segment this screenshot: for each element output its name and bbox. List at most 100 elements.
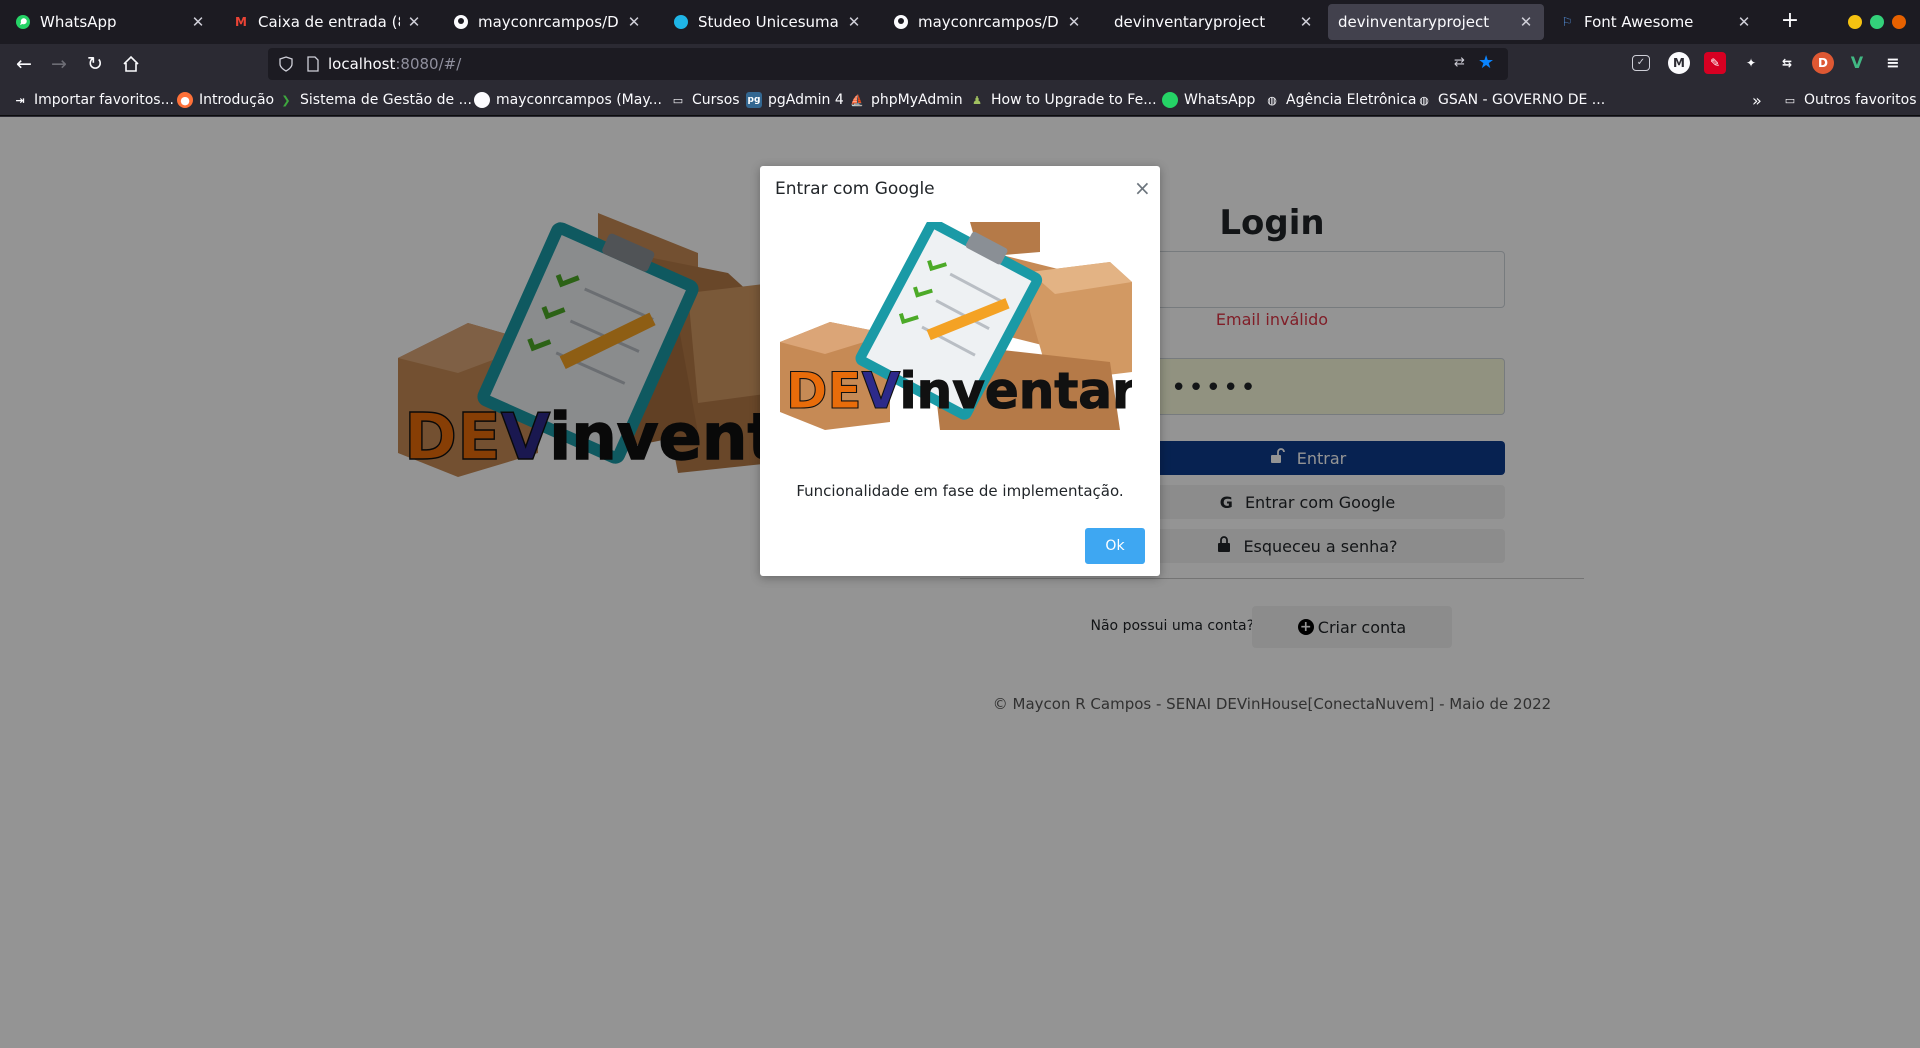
close-tab-icon[interactable]: ✕ (190, 13, 206, 31)
tab-font-awesome[interactable]: ⚐ Font Awesome ✕ (1548, 4, 1762, 40)
tab-title: Font Awesome (1584, 13, 1694, 31)
new-tab-button[interactable]: + (1776, 8, 1804, 36)
bookmark-label: mayconrcampos (May... (496, 92, 662, 108)
tab-github-1[interactable]: mayconrcampos/DEVInv ✕ (442, 4, 652, 40)
extension-m-icon[interactable]: M (1668, 52, 1690, 74)
logo-text-v: V (862, 362, 901, 420)
fedora-icon: ♟ (972, 93, 982, 107)
vue-devtools-icon[interactable]: V (1846, 52, 1868, 74)
folder-icon: ▭ (672, 93, 684, 107)
modal-message: Funcionalidade em fase de implementação. (796, 482, 1124, 500)
close-icon[interactable]: × (1134, 176, 1151, 200)
bookmark-other[interactable]: ▭ Outros favoritos (1782, 90, 1917, 110)
reload-icon[interactable]: ↻ (81, 50, 109, 78)
close-tab-icon[interactable]: ✕ (406, 13, 422, 31)
bookmark-label: Outros favoritos (1804, 92, 1917, 108)
google-login-modal: Entrar com Google × DEVinventary Funcion… (760, 166, 1160, 576)
home-icon[interactable] (117, 50, 145, 78)
close-window-button[interactable] (1892, 15, 1906, 29)
url-host: localhost (328, 55, 396, 73)
bookmarks-bar: ⇥ Importar favoritos... ● Introdução ❯ Sist… (0, 84, 1920, 116)
page-icon (306, 56, 320, 72)
shield-icon[interactable] (278, 56, 294, 72)
studeo-icon (672, 13, 690, 31)
github-icon (474, 92, 490, 108)
back-arrow-icon[interactable]: ← (10, 50, 38, 78)
devinventary-logo: DEVinventary (780, 222, 1132, 430)
bookmark-agencia[interactable]: ◍ Agência Eletrônica (1264, 90, 1416, 110)
url-bar[interactable]: localhost:8080/#/ ⇄ ★ (268, 48, 1508, 80)
bookmark-label: Agência Eletrônica (1286, 92, 1417, 108)
bookmark-label: GSAN - GOVERNO DE ... (1438, 92, 1606, 108)
gmail-icon: M (235, 15, 247, 29)
phpmyadmin-icon: ⛵ (850, 93, 864, 107)
minimize-button[interactable] (1848, 15, 1862, 29)
close-tab-icon[interactable]: ✕ (1066, 13, 1082, 31)
bookmark-cursos[interactable]: ▭ Cursos (670, 90, 740, 110)
logo-text: DEVinventary (786, 362, 1132, 420)
close-tab-icon[interactable]: ✕ (1298, 13, 1314, 31)
tab-whatsapp[interactable]: WhatsApp ✕ (4, 4, 216, 40)
maximize-button[interactable] (1870, 15, 1884, 29)
whatsapp-icon (1162, 92, 1178, 108)
tab-devinventary-1[interactable]: devinventaryproject ✕ (1104, 4, 1324, 40)
bookmark-label: pgAdmin 4 (768, 92, 844, 108)
bookmark-fedora[interactable]: ♟ How to Upgrade to Fe... (969, 90, 1157, 110)
url-text[interactable]: localhost:8080/#/ (328, 55, 461, 73)
bookmark-star-icon[interactable]: ★ (1478, 52, 1494, 73)
navigation-bar: ← → ↻ localhost:8080/#/ ⇄ ★ ✓ M ✎ ✦ ⇆ D … (0, 44, 1920, 84)
bookmark-whatsapp[interactable]: WhatsApp (1162, 90, 1255, 110)
tab-title: devinventaryproject (1114, 13, 1266, 31)
bookmark-introducao[interactable]: ● Introdução (177, 90, 274, 110)
folder-icon: ▭ (1784, 93, 1796, 107)
translate-icon[interactable]: ⇄ (1454, 55, 1465, 70)
bookmark-import[interactable]: ⇥ Importar favoritos... (12, 90, 174, 110)
tab-studeo[interactable]: Studeo Unicesumar | Aml ✕ (662, 4, 872, 40)
bookmark-pgadmin[interactable]: pg pgAdmin 4 (746, 90, 844, 110)
logo-text-inventary: inventary (900, 362, 1133, 420)
bookmark-label: Importar favoritos... (34, 92, 174, 108)
bookmark-github[interactable]: mayconrcampos (May... (474, 90, 662, 110)
tab-title: WhatsApp (40, 13, 117, 31)
firefox-icon: ● (177, 92, 193, 108)
flag-icon: ⚐ (1561, 15, 1573, 29)
tab-github-2[interactable]: mayconrcampos/DEVInv ✕ (882, 4, 1092, 40)
close-tab-icon[interactable]: ✕ (1736, 13, 1752, 31)
extension-bird-icon[interactable]: ✦ (1740, 52, 1762, 74)
duckduckgo-icon[interactable]: D (1812, 52, 1834, 74)
bookmark-label: Cursos (692, 92, 740, 108)
url-path: :8080/#/ (395, 55, 462, 73)
ok-button[interactable]: Ok (1085, 528, 1145, 564)
github-icon (892, 13, 910, 31)
pgadmin-icon: pg (746, 92, 762, 108)
bookmark-label: Introdução (199, 92, 275, 108)
bookmark-sistema[interactable]: ❯ Sistema de Gestão de ... (278, 90, 472, 110)
tab-title: mayconrcampos/DEVInv (478, 13, 620, 31)
pocket-icon[interactable]: ✓ (1632, 55, 1650, 71)
bookmark-label: phpMyAdmin (871, 92, 963, 108)
globe-icon: ◍ (1267, 93, 1277, 107)
bookmark-label: WhatsApp (1184, 92, 1256, 108)
translate-ext-icon[interactable]: ⇆ (1776, 52, 1798, 74)
close-tab-icon[interactable]: ✕ (846, 13, 862, 31)
tab-title: devinventaryproject (1338, 13, 1490, 31)
whatsapp-icon (14, 13, 32, 31)
bookmark-gsan[interactable]: ◍ GSAN - GOVERNO DE ... (1416, 90, 1605, 110)
close-tab-icon[interactable]: ✕ (626, 13, 642, 31)
tab-title: mayconrcampos/DEVInv (918, 13, 1060, 31)
forward-arrow-icon[interactable]: → (45, 50, 73, 78)
bookmark-label: How to Upgrade to Fe... (991, 92, 1157, 108)
close-tab-icon[interactable]: ✕ (1518, 13, 1534, 31)
modal-title: Entrar com Google (775, 179, 935, 199)
extension-red-icon[interactable]: ✎ (1704, 52, 1726, 74)
tab-gmail[interactable]: M Caixa de entrada (8) - ma ✕ (222, 4, 432, 40)
logo-text-de: DE (786, 362, 862, 420)
chevron-double-right-icon[interactable]: » (1752, 90, 1762, 110)
tab-devinventary-active[interactable]: devinventaryproject ✕ (1328, 4, 1544, 40)
bookmark-phpmyadmin[interactable]: ⛵ phpMyAdmin (849, 90, 963, 110)
github-icon (452, 13, 470, 31)
import-icon: ⇥ (15, 93, 25, 107)
tab-bar: WhatsApp ✕ M Caixa de entrada (8) - ma ✕… (0, 0, 1920, 44)
menu-icon[interactable]: ≡ (1882, 52, 1904, 74)
arrow-icon: ❯ (281, 93, 291, 107)
